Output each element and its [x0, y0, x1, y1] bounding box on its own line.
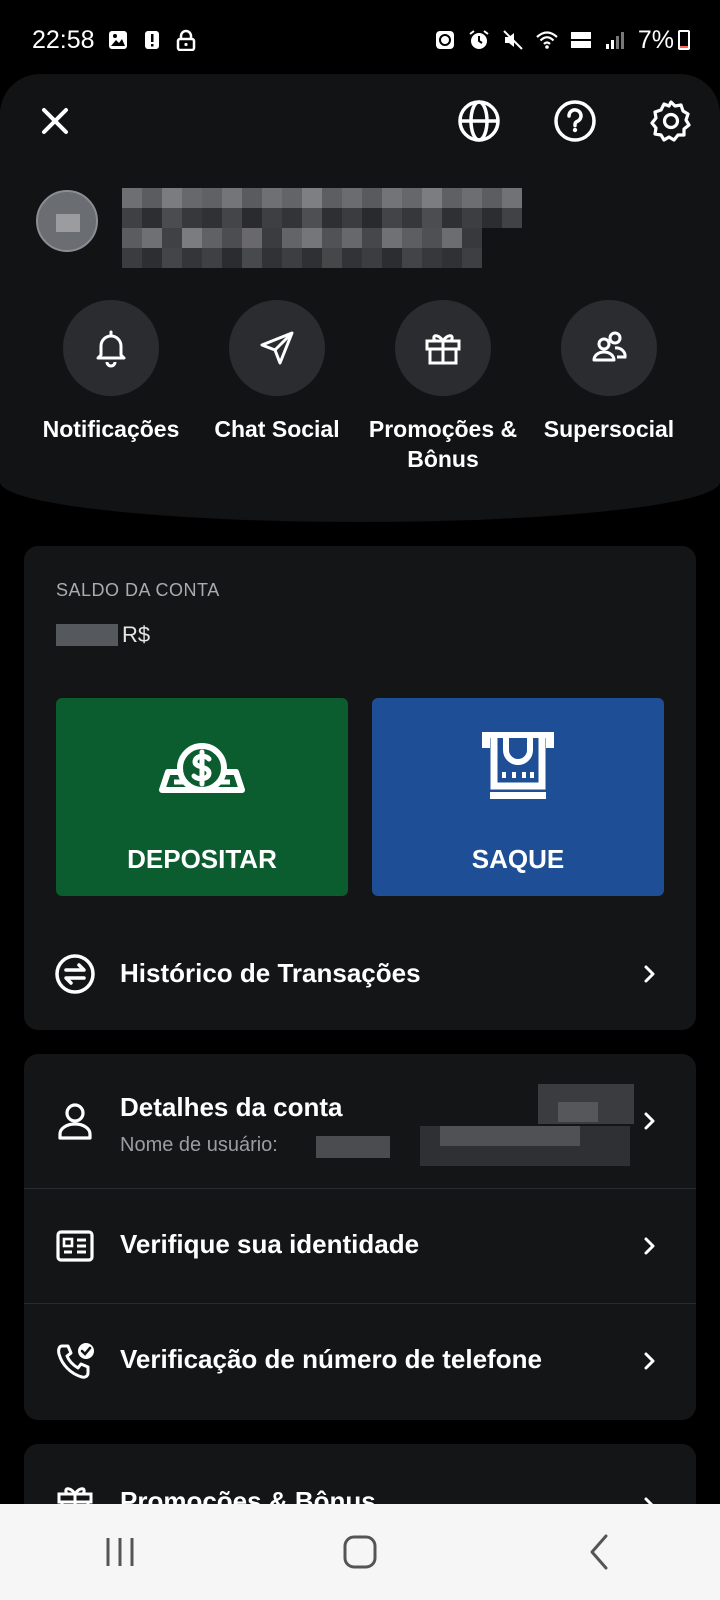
balance-card: SALDO DA CONTA R$ DEPOSITAR SAQUE Histór… [24, 546, 696, 1030]
status-left: 22:58 [32, 26, 197, 55]
transaction-history-row[interactable]: Histórico de Transações [24, 926, 696, 1022]
account-card: Detalhes da conta Nome de usuário: Verif… [24, 1054, 696, 1420]
money-icon [159, 743, 245, 793]
bell-icon [63, 300, 159, 396]
username-redacted [122, 188, 522, 268]
users-icon [561, 300, 657, 396]
lock-icon [175, 29, 197, 51]
chevron-right-icon [644, 1352, 655, 1370]
recycle-icon [434, 29, 456, 51]
settings-icon[interactable] [646, 96, 696, 146]
atm-icon [482, 732, 554, 799]
withdraw-button[interactable]: SAQUE [372, 698, 664, 896]
account-details-row[interactable]: Detalhes da conta Nome de usuário: [24, 1054, 696, 1188]
account-details-label: Detalhes da conta [120, 1092, 343, 1122]
balance-currency: R$ [122, 622, 151, 647]
home-icon [343, 1535, 377, 1569]
volte-icon [570, 29, 592, 51]
account-header-panel: Notificações Chat Social Promoções & Bôn… [0, 74, 720, 522]
home-button[interactable] [320, 1522, 400, 1582]
app-screen: 22:58 7% Notificações Chat Social Promoç… [0, 0, 720, 1600]
battery-icon [678, 30, 690, 50]
signal-icon [604, 29, 626, 51]
quick-actions: Notificações Chat Social Promoções & Bôn… [0, 300, 720, 474]
recent-apps-button[interactable] [80, 1522, 160, 1582]
image-icon [107, 29, 129, 51]
quick-label-notifications: Notificações [42, 416, 180, 442]
transfer-icon [55, 954, 95, 994]
withdraw-label: SAQUE [471, 844, 565, 874]
wifi-icon [536, 29, 558, 51]
deposit-button[interactable]: DEPOSITAR [56, 698, 348, 896]
id-card-icon [56, 1230, 94, 1262]
status-time: 22:58 [32, 25, 95, 54]
chevron-right-icon [644, 965, 655, 983]
phone-check-icon [57, 1343, 94, 1379]
close-icon[interactable] [30, 96, 80, 146]
verify-identity-label: Verifique sua identidade [120, 1229, 420, 1259]
alarm-icon [468, 29, 490, 51]
transaction-history-label: Histórico de Transações [120, 958, 421, 988]
quick-promotions[interactable]: Promoções & Bônus [360, 300, 526, 474]
alert-icon [141, 29, 163, 51]
status-right: 7% [434, 26, 690, 55]
quick-notifications[interactable]: Notificações [28, 300, 194, 474]
username-value-redacted [316, 1136, 390, 1158]
globe-icon[interactable] [454, 96, 504, 146]
deposit-label: DEPOSITAR [127, 844, 277, 874]
user-icon [58, 1103, 92, 1140]
balance-amount-redacted [56, 624, 118, 646]
avatar[interactable] [36, 190, 98, 252]
chevron-right-icon [644, 1112, 655, 1130]
gift-icon [395, 300, 491, 396]
balance-value: R$ [56, 622, 150, 648]
help-icon[interactable] [550, 96, 600, 146]
quick-chat-social[interactable]: Chat Social [194, 300, 360, 474]
chevron-right-icon [644, 1237, 655, 1255]
verify-identity-row[interactable]: Verifique sua identidade [24, 1189, 696, 1303]
back-icon [590, 1534, 608, 1570]
mute-icon [502, 29, 524, 51]
back-button[interactable] [560, 1522, 640, 1582]
quick-label-supersocial: Supersocial [543, 416, 675, 442]
recent-apps-icon [106, 1538, 134, 1566]
verify-phone-row[interactable]: Verificação de número de telefone [24, 1304, 696, 1418]
verify-phone-label: Verificação de número de telefone [120, 1344, 542, 1374]
system-nav-bar [0, 1504, 720, 1600]
send-icon [229, 300, 325, 396]
battery-indicator: 7% [638, 26, 690, 55]
quick-label-promotions: Promoções & Bônus [368, 416, 518, 472]
balance-title: SALDO DA CONTA [56, 580, 220, 600]
battery-percent: 7% [637, 25, 674, 54]
username-label: Nome de usuário: [120, 1134, 278, 1156]
account-id-redacted [420, 1084, 634, 1166]
status-bar: 22:58 7% [0, 0, 720, 80]
quick-label-chat-social: Chat Social [214, 416, 340, 442]
quick-supersocial[interactable]: Supersocial [526, 300, 692, 474]
